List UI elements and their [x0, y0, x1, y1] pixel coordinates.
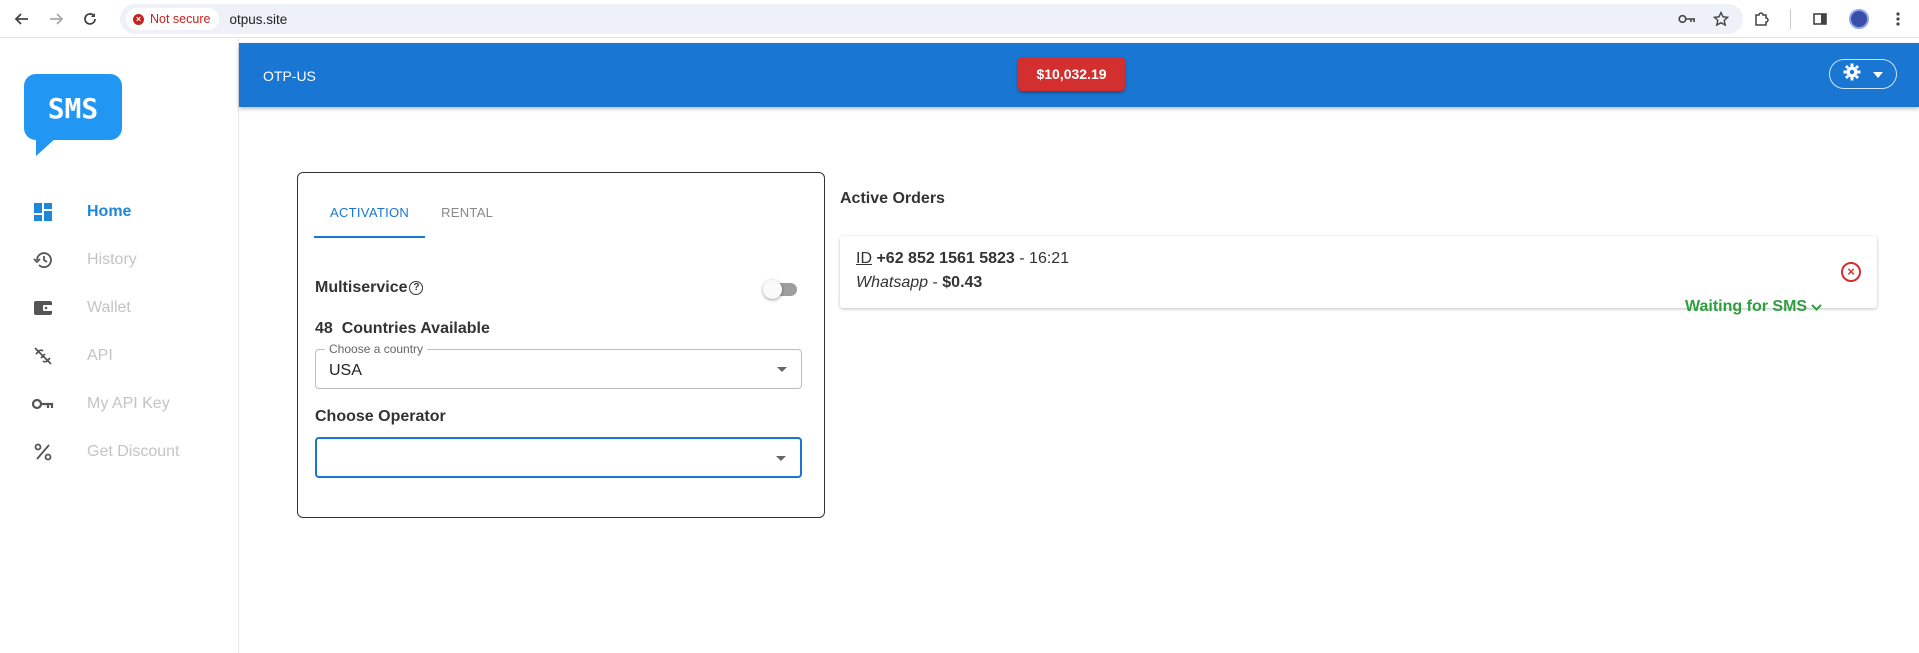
- order-header-line: ID +62 852 1561 5823 - 16:21: [856, 250, 1069, 268]
- sidebar-item-wallet[interactable]: Wallet: [0, 284, 238, 332]
- settings-menu-button[interactable]: [1829, 59, 1897, 89]
- active-orders-title: Active Orders: [840, 190, 945, 207]
- url-text[interactable]: otpus.site: [229, 12, 287, 27]
- order-detail-line: Whatsapp - $0.43: [856, 274, 982, 292]
- tab-rental[interactable]: RENTAL: [425, 191, 509, 238]
- order-separator: -: [1019, 250, 1025, 267]
- browser-toolbar: × Not secure otpus.site: [0, 0, 1919, 38]
- order-id-link[interactable]: ID: [856, 250, 872, 267]
- order-type-tabs: ACTIVATION RENTAL: [314, 191, 509, 238]
- sidebar: SMS Home History Wallet API My API Key G…: [0, 38, 239, 653]
- order-status[interactable]: Waiting for SMS: [1685, 298, 1822, 316]
- more-menu-icon[interactable]: [1887, 8, 1909, 30]
- chevron-down-icon: [1873, 65, 1883, 83]
- operator-select[interactable]: [315, 437, 802, 478]
- sidebar-item-label: Wallet: [87, 299, 131, 316]
- app-header: OTP-US $10,032.19: [239, 43, 1919, 107]
- profile-avatar[interactable]: [1849, 9, 1869, 29]
- sidebar-item-label: Home: [87, 203, 132, 220]
- history-icon: [31, 248, 55, 272]
- dropdown-arrow-icon: [776, 456, 786, 461]
- cancel-order-icon[interactable]: ×: [1841, 262, 1861, 282]
- svg-text:SMS: SMS: [48, 92, 99, 125]
- chevron-down-icon: [1811, 298, 1822, 316]
- country-field-label: Choose a country: [325, 342, 428, 356]
- multiservice-toggle[interactable]: [763, 279, 799, 299]
- balance-button[interactable]: $10,032.19: [1018, 57, 1125, 91]
- sidebar-item-get-discount[interactable]: Get Discount: [0, 428, 238, 476]
- dropdown-arrow-icon: [777, 367, 787, 372]
- countries-available: 48 Countries Available: [315, 320, 490, 338]
- order-form-card: ACTIVATION RENTAL Multiservice ? 48 Coun…: [297, 172, 825, 518]
- percent-icon: [31, 440, 55, 464]
- side-panel-icon[interactable]: [1809, 8, 1831, 30]
- sms-logo[interactable]: SMS: [24, 74, 122, 161]
- country-select[interactable]: Choose a country USA: [315, 342, 802, 389]
- countries-count: 48: [315, 320, 333, 337]
- back-icon[interactable]: [10, 7, 34, 31]
- link-off-icon: [31, 344, 55, 368]
- sidebar-menu: Home History Wallet API My API Key Get D…: [0, 188, 238, 476]
- dashboard-icon: [31, 200, 55, 224]
- address-bar[interactable]: × Not secure otpus.site: [120, 4, 1743, 34]
- countries-label: Countries Available: [341, 320, 490, 337]
- bookmark-star-icon[interactable]: [1711, 9, 1731, 29]
- wallet-icon: [31, 296, 55, 320]
- operator-label: Choose Operator: [315, 408, 446, 425]
- order-card: ID +62 852 1561 5823 - 16:21 Whatsapp - …: [840, 236, 1877, 315]
- sidebar-item-label: Get Discount: [87, 443, 180, 460]
- security-chip[interactable]: × Not secure: [126, 8, 220, 30]
- sidebar-item-label: My API Key: [87, 395, 170, 412]
- order-service: Whatsapp: [856, 274, 929, 291]
- key-icon: [31, 392, 55, 416]
- sidebar-item-history[interactable]: History: [0, 236, 238, 284]
- sidebar-item-api[interactable]: API: [0, 332, 238, 380]
- sidebar-item-my-api-key[interactable]: My API Key: [0, 380, 238, 428]
- order-phone: +62 852 1561 5823: [876, 250, 1015, 267]
- toggle-knob: [763, 280, 782, 299]
- help-icon[interactable]: ?: [409, 281, 424, 295]
- order-price: $0.43: [942, 274, 983, 291]
- country-value: USA: [329, 362, 362, 379]
- multiservice-row: Multiservice ?: [315, 279, 805, 299]
- not-secure-icon: ×: [133, 13, 144, 25]
- gear-icon: [1843, 63, 1861, 86]
- order-separator: -: [932, 274, 938, 291]
- reload-icon[interactable]: [78, 7, 102, 31]
- toolbar-divider: [1790, 9, 1791, 29]
- app-title: OTP-US: [263, 68, 316, 84]
- sidebar-item-label: API: [87, 347, 113, 364]
- multiservice-label: Multiservice: [315, 279, 408, 296]
- security-label: Not secure: [150, 12, 211, 26]
- sidebar-item-home[interactable]: Home: [0, 188, 238, 236]
- sidebar-item-label: History: [87, 251, 137, 268]
- forward-icon[interactable]: [44, 7, 68, 31]
- tab-activation[interactable]: ACTIVATION: [314, 191, 426, 238]
- order-time: 16:21: [1029, 250, 1070, 267]
- password-key-icon[interactable]: [1677, 9, 1697, 29]
- order-status-text: Waiting for SMS: [1685, 298, 1808, 315]
- extensions-icon[interactable]: [1750, 8, 1772, 30]
